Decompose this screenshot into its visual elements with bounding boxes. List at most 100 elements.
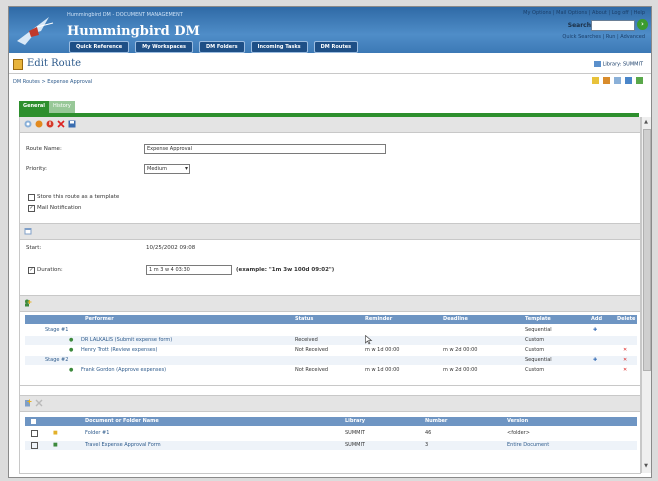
nav-dm-folders[interactable]: DM Folders [198, 41, 245, 53]
page-title: Edit Route [27, 58, 82, 69]
folder-icon[interactable] [592, 77, 599, 84]
add-icon[interactable]: ✚ [593, 327, 597, 333]
search-links[interactable]: Quick Searches | Run | Advanced [562, 34, 645, 40]
row-checkbox[interactable] [31, 430, 38, 437]
stop-route-icon[interactable] [46, 120, 54, 128]
brand-title: Hummingbird DM [67, 24, 200, 39]
status-value: Not Received [295, 347, 329, 353]
library-label: Library: SUMMIT [602, 61, 643, 68]
start-route-icon[interactable] [35, 120, 43, 128]
page-actions [592, 77, 643, 84]
col-template: Template [525, 316, 551, 322]
template-value: Sequential [525, 357, 552, 363]
col-deadline: Deadline [443, 316, 468, 322]
export-icon[interactable] [603, 77, 610, 84]
library-icon [593, 61, 601, 67]
number-value: 46 [425, 430, 432, 436]
nav-dm-routes[interactable]: DM Routes [313, 41, 359, 53]
breadcrumb[interactable]: DM Routes > Expense Approval [13, 79, 92, 85]
performer-name[interactable]: DR LALKALIS (Submit expense form) [81, 337, 172, 343]
title-bar: Edit Route Library: SUMMIT [9, 55, 651, 74]
tab-bar: General History [19, 101, 75, 113]
top-links[interactable]: My Options | Mail Options | About | Log … [523, 10, 645, 16]
route-name-label: Route Name: [26, 146, 62, 152]
route-toolbar [20, 117, 640, 133]
vertical-scrollbar[interactable]: ▲ ▼ [641, 117, 651, 473]
deadline-value: m w 2d 00:00 [443, 367, 478, 373]
performer-name[interactable]: Henry Trott (Review expenses) [81, 347, 157, 353]
scroll-up-icon[interactable]: ▲ [643, 119, 649, 125]
duration-example: (example: "1m 3w 100d 09:02") [236, 267, 335, 273]
delete-icon[interactable]: ✕ [623, 347, 627, 353]
version-value[interactable]: Entire Document [507, 442, 549, 448]
start-value: 10/25/2002 09:08 [146, 245, 196, 251]
performers-toolbar [20, 295, 640, 312]
performer-icon: ● [69, 337, 74, 343]
document-name[interactable]: Folder #1 [85, 430, 109, 436]
performer-name[interactable]: Frank Gordon (Approve expenses) [81, 367, 166, 373]
search-label: Search [567, 22, 591, 29]
calendar-icon[interactable] [24, 227, 32, 235]
nav-quick-reference[interactable]: Quick Reference [69, 41, 130, 53]
scroll-down-icon[interactable]: ▼ [643, 463, 649, 469]
stage-name[interactable]: Stage #2 [45, 357, 68, 363]
stage-name[interactable]: Stage #1 [45, 327, 68, 333]
template-value: Custom [525, 347, 545, 353]
duration-checkbox[interactable]: ✓ [28, 267, 35, 274]
document-icon[interactable] [614, 77, 621, 84]
search-input[interactable] [591, 20, 635, 31]
template-value: Custom [525, 367, 545, 373]
library-value: SUMMIT [345, 430, 365, 436]
nav-my-workspaces[interactable]: My Workspaces [135, 41, 193, 53]
duration-input[interactable]: 1 m 3 w 4 03:30 [146, 265, 232, 275]
folder-icon: ■ [53, 430, 58, 436]
tab-general[interactable]: General [19, 101, 49, 113]
store-template-label: Store this route as a template [37, 194, 120, 200]
mail-notification-label: Mail Notification [37, 205, 82, 211]
documents-toolbar [20, 395, 640, 412]
mail-notification-checkbox[interactable]: ✓ [28, 205, 35, 212]
col-status: Status [295, 316, 314, 322]
store-template-checkbox[interactable] [28, 194, 35, 201]
nav-incoming-tasks[interactable]: Incoming Tasks [250, 41, 308, 53]
duration-label: Duration: [37, 267, 63, 273]
status-value: Received [295, 337, 318, 343]
scroll-thumb[interactable] [643, 129, 651, 371]
performer-row: ● DR LALKALIS (Submit expense form) Rece… [25, 336, 637, 345]
library-value: SUMMIT [345, 442, 365, 448]
col-version: Version [507, 418, 529, 424]
priority-select[interactable]: Medium [144, 164, 190, 174]
delete-route-icon[interactable] [57, 120, 65, 128]
col-library: Library [345, 418, 366, 424]
document-row: ■ Travel Expense Approval Form SUMMIT 3 … [25, 441, 637, 450]
remove-document-icon[interactable] [35, 399, 43, 407]
select-all-checkbox[interactable] [31, 419, 36, 424]
route-settings-icon[interactable] [24, 120, 32, 128]
add-performer-icon[interactable] [24, 299, 32, 307]
add-document-icon[interactable] [24, 399, 32, 407]
version-value: <folder> [507, 430, 530, 436]
print-icon[interactable] [625, 77, 632, 84]
delete-icon[interactable]: ✕ [623, 367, 627, 373]
library-info: Library: SUMMIT [593, 61, 643, 68]
deadline-value: m w 2d 00:00 [443, 347, 478, 353]
reminder-value: m w 1d 00:00 [365, 347, 400, 353]
performer-icon: ● [69, 367, 74, 373]
save-icon[interactable] [68, 120, 76, 128]
go-arrow-icon[interactable]: › [637, 19, 648, 30]
col-delete: Delete [617, 316, 636, 322]
delete-icon[interactable]: ✕ [623, 357, 627, 363]
tab-history[interactable]: History [49, 101, 75, 113]
app-header: Hummingbird DM - DOCUMENT MANAGEMENT Hum… [9, 7, 651, 53]
stage-row: Stage #2 Sequential ✚ ✕ [25, 356, 637, 365]
route-name-input[interactable]: Expense Approval [144, 144, 386, 154]
priority-label: Priority: [26, 166, 48, 172]
document-name[interactable]: Travel Expense Approval Form [85, 442, 161, 448]
add-icon[interactable]: ✚ [593, 357, 597, 363]
mail-icon[interactable] [636, 77, 643, 84]
back-icon[interactable] [13, 59, 23, 70]
divider [20, 385, 640, 386]
start-label: Start: [26, 245, 42, 251]
row-checkbox[interactable] [31, 442, 38, 449]
document-row: ■ Folder #1 SUMMIT 46 <folder> [25, 429, 637, 438]
